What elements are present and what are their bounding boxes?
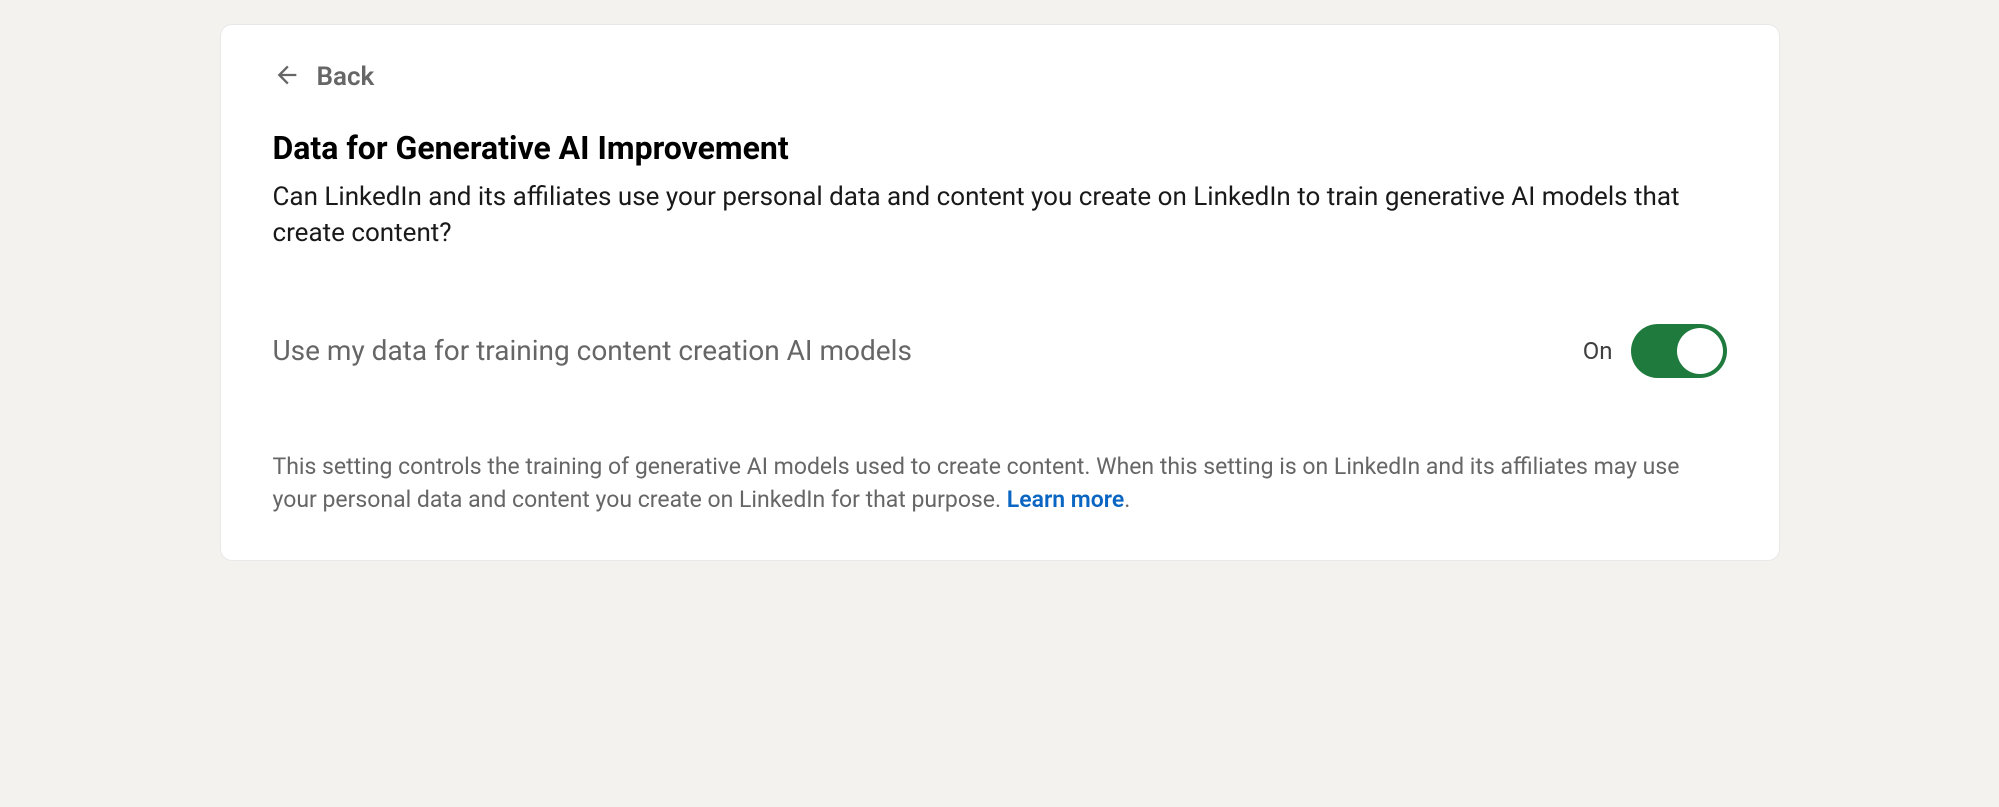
arrow-left-icon bbox=[273, 61, 301, 93]
back-button[interactable]: Back bbox=[273, 61, 375, 93]
footer-description: This setting controls the training of ge… bbox=[273, 453, 1680, 513]
back-label: Back bbox=[317, 62, 375, 92]
page-description: Can LinkedIn and its affiliates use your… bbox=[273, 179, 1727, 252]
setting-label: Use my data for training content creatio… bbox=[273, 334, 912, 367]
data-training-toggle[interactable] bbox=[1631, 324, 1727, 378]
toggle-state-label: On bbox=[1583, 337, 1613, 365]
footer-period: . bbox=[1124, 486, 1130, 513]
learn-more-link[interactable]: Learn more bbox=[1007, 486, 1124, 513]
toggle-knob bbox=[1677, 328, 1723, 374]
settings-card: Back Data for Generative AI Improvement … bbox=[220, 24, 1780, 561]
page-title: Data for Generative AI Improvement bbox=[273, 129, 1727, 167]
toggle-group: On bbox=[1583, 324, 1727, 378]
setting-row: Use my data for training content creatio… bbox=[273, 324, 1727, 378]
footer-text: This setting controls the training of ge… bbox=[273, 450, 1727, 517]
